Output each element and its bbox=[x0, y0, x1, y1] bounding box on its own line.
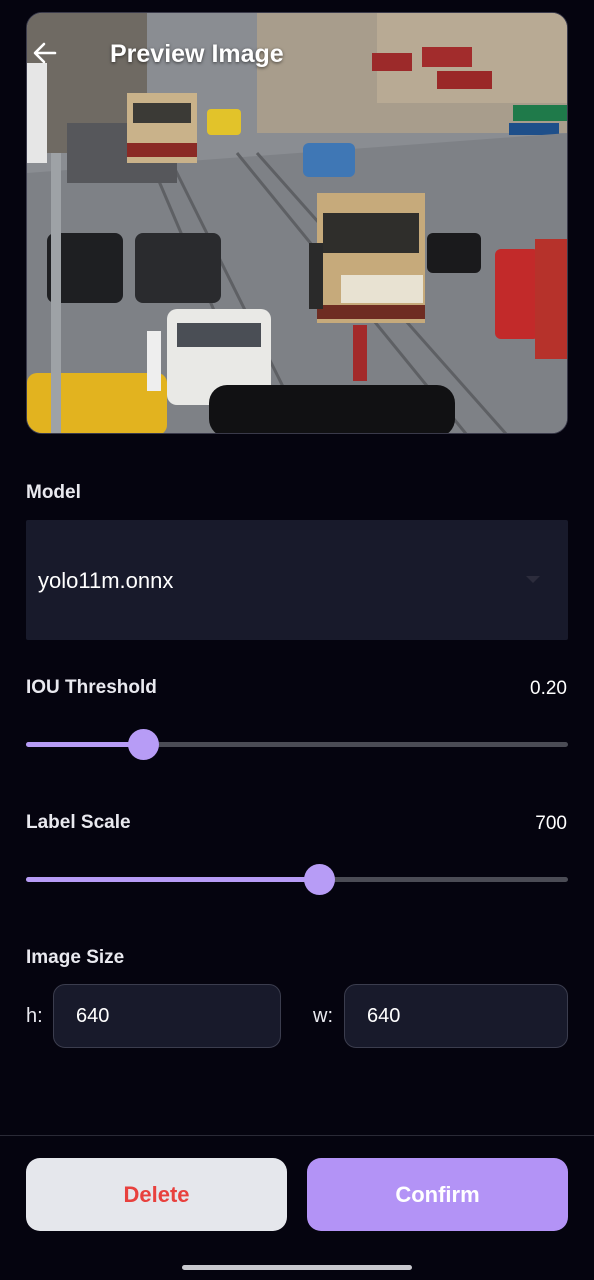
iou-threshold-value: 0.20 bbox=[530, 678, 567, 699]
confirm-button[interactable]: Confirm bbox=[307, 1158, 568, 1231]
slider-thumb[interactable] bbox=[128, 729, 160, 760]
label-scale-label: Label Scale bbox=[26, 812, 131, 833]
model-label: Model bbox=[26, 482, 81, 503]
iou-threshold-label: IOU Threshold bbox=[26, 677, 157, 698]
height-input[interactable]: 640 bbox=[53, 984, 281, 1048]
slider-thumb[interactable] bbox=[304, 864, 336, 895]
model-selected-value: yolo11m.onnx bbox=[38, 568, 174, 593]
width-prefix: w: bbox=[313, 1005, 333, 1027]
height-prefix: h: bbox=[26, 1005, 43, 1027]
image-size-label: Image Size bbox=[26, 947, 125, 968]
label-scale-value: 700 bbox=[535, 813, 567, 834]
divider bbox=[0, 1135, 594, 1136]
back-button[interactable] bbox=[30, 38, 60, 68]
model-dropdown[interactable]: yolo11m.onnx bbox=[26, 520, 568, 640]
page-title: Preview Image bbox=[110, 40, 284, 68]
caret-down-icon bbox=[526, 576, 540, 583]
slider-fill bbox=[26, 877, 320, 882]
delete-button[interactable]: Delete bbox=[26, 1158, 287, 1231]
iou-threshold-slider[interactable] bbox=[26, 728, 568, 760]
arrow-left-icon bbox=[33, 42, 57, 64]
slider-fill bbox=[26, 742, 144, 747]
home-indicator bbox=[182, 1265, 412, 1270]
label-scale-slider[interactable] bbox=[26, 863, 568, 895]
app-header: Preview Image bbox=[26, 12, 568, 96]
width-input[interactable]: 640 bbox=[344, 984, 568, 1048]
